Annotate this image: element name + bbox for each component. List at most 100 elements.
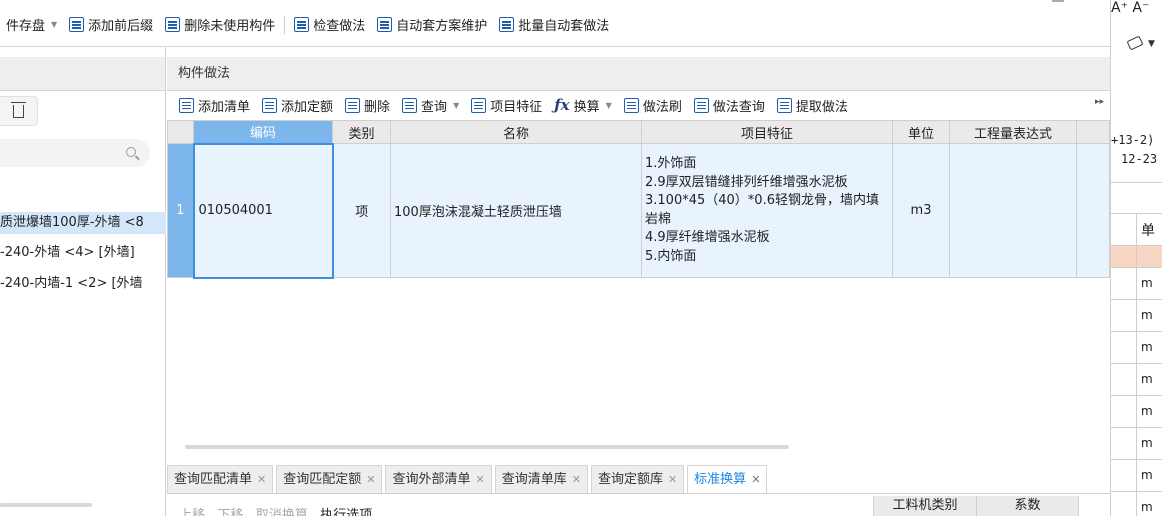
brush-icon [623, 97, 639, 113]
auto-plan-label: 自动套方案维护 [396, 19, 488, 34]
tree-item[interactable]: -240-外墙 <4> [外墙] [0, 242, 166, 264]
method-brush-button[interactable]: 做法刷 [618, 96, 688, 115]
move-up-button[interactable]: 上移 [179, 508, 205, 516]
close-icon[interactable]: ✕ [751, 473, 760, 486]
row-unit: m [1141, 436, 1153, 450]
fx-icon: ƒx [554, 96, 570, 114]
close-icon[interactable]: ✕ [366, 473, 375, 486]
batch-auto-button[interactable]: 批量自动套做法 [493, 15, 615, 34]
delete-unused-icon [165, 17, 181, 32]
add-prefix-suffix-button[interactable]: 添加前后缀 [63, 15, 159, 34]
tab-external-list[interactable]: 查询外部清单 ✕ [385, 465, 492, 493]
category-cell[interactable]: 项 [332, 143, 391, 278]
expression-cell[interactable] [949, 143, 1077, 278]
query-icon [402, 97, 418, 113]
tab-label: 查询定额库 [597, 472, 663, 487]
code-text-line: +13-2) [1111, 133, 1155, 147]
features-cell[interactable]: 1.外饰面 2.9厚双层错缝排列纤维增强水泥板 3.100*45（40）*0.6… [641, 143, 893, 278]
method-brush-label: 做法刷 [642, 99, 682, 115]
tree-item[interactable]: 质泄爆墙100厚-外墙 <8 [0, 212, 166, 234]
query-label: 查询 [421, 99, 448, 115]
close-icon[interactable]: ✕ [475, 473, 484, 486]
auto-plan-button[interactable]: 自动套方案维护 [371, 15, 493, 34]
header-rownum [167, 120, 194, 144]
component-search-input[interactable] [0, 139, 150, 167]
header-expression[interactable]: 工程量表达式 [949, 120, 1077, 144]
component-list-header [0, 57, 165, 91]
convert-button[interactable]: ƒx 换算 ▼ [548, 96, 618, 115]
panel-title: 构件做法 [167, 57, 1110, 91]
close-icon[interactable]: ✕ [257, 473, 266, 486]
auto-plan-icon [377, 17, 393, 32]
material-category-header[interactable]: 工料机类别 [874, 496, 977, 516]
collapse-toolbar-icon[interactable]: ▸▸ [1095, 97, 1104, 107]
header-name[interactable]: 名称 [390, 120, 642, 144]
unit-cell[interactable]: m3 [892, 143, 950, 278]
feature-icon [471, 97, 487, 113]
tab-match-list[interactable]: 查询匹配清单 ✕ [167, 465, 274, 493]
header-code[interactable]: 编码 [193, 120, 333, 144]
header-features[interactable]: 项目特征 [641, 120, 893, 144]
tab-quota-library[interactable]: 查询定额库 ✕ [590, 465, 685, 493]
add-quota-icon [262, 97, 278, 113]
convert-actions: 上移 下移 取消换算 执行选项 [179, 504, 372, 516]
delete-unused-label: 删除未使用构件 [184, 19, 276, 34]
row-unit: m [1141, 468, 1153, 482]
name-cell[interactable]: 100厚泡沫混凝土轻质泄压墙 [390, 143, 642, 278]
tab-list-library[interactable]: 查询清单库 ✕ [494, 465, 588, 493]
close-icon[interactable]: ✕ [572, 473, 581, 486]
row-unit: m [1141, 404, 1153, 418]
header-category[interactable]: 类别 [332, 120, 391, 144]
move-down-button[interactable]: 下移 [217, 508, 243, 516]
coefficient-header[interactable]: 系数 [977, 496, 1079, 516]
query-button[interactable]: 查询 ▼ [396, 96, 465, 115]
tree-item[interactable]: -240-内墙-1 <2> [外墙 [0, 273, 166, 295]
header-unit[interactable]: 单位 [892, 120, 950, 144]
table-header-row: 编码 类别 名称 项目特征 单位 工程量表达式 [167, 120, 1110, 144]
font-size-controls[interactable]: A⁺ A⁻ [1111, 0, 1162, 24]
item-feature-button[interactable]: 项目特征 [465, 96, 548, 115]
add-quota-label: 添加定额 [281, 99, 334, 115]
tab-standard-convert[interactable]: 标准换算 ✕ [687, 465, 768, 493]
extract-method-button[interactable]: 提取做法 [771, 96, 854, 115]
table-row[interactable]: 1 010504001 项 100厚泡沫混凝土轻质泄压墙 1.外饰面 2.9厚双… [167, 142, 1110, 279]
standard-convert-panel: 上移 下移 取消换算 执行选项 工料机类别 系数 [167, 493, 1110, 516]
tab-match-quota[interactable]: 查询匹配定额 ✕ [276, 465, 383, 493]
table-hscrollbar[interactable] [185, 445, 789, 449]
add-list-icon [179, 97, 194, 113]
code-cell[interactable]: 010504001 [192, 142, 334, 279]
prefix-icon [69, 17, 85, 32]
minimize-icon[interactable] [1052, 0, 1064, 2]
delete-unused-button[interactable]: 删除未使用构件 [159, 15, 281, 34]
save-button[interactable]: 件存盘 ▼ [0, 15, 63, 34]
cancel-convert-button[interactable]: 取消换算 [256, 508, 308, 516]
delete-button[interactable]: 删除 [339, 96, 396, 115]
chevron-down-icon[interactable]: ▼ [51, 20, 57, 29]
add-list-label: 添加清单 [198, 99, 251, 115]
trash-icon [11, 101, 26, 118]
row-unit: m [1141, 372, 1153, 386]
close-icon[interactable]: ✕ [668, 473, 677, 486]
eraser-icon[interactable] [1126, 35, 1144, 51]
add-quota-button[interactable]: 添加定额 [256, 96, 339, 115]
component-list-panel: 质泄爆墙100厚-外墙 <8 -240-外墙 <4> [外墙] -240-内墙-… [0, 47, 166, 516]
right-side-panel: A⁺ A⁻ ▼ +13-2) 12-23 单 m m m m m m m m [1110, 0, 1162, 516]
toolbar-divider [284, 15, 286, 34]
tab-label: 标准换算 [694, 472, 747, 487]
left-scrollbar[interactable] [0, 503, 92, 507]
chevron-down-icon[interactable]: ▼ [1148, 39, 1155, 49]
tab-label: 查询匹配清单 [174, 472, 253, 487]
item-feature-label: 项目特征 [490, 99, 543, 115]
method-query-label: 做法查询 [712, 99, 765, 115]
convert-label: 换算 [573, 99, 600, 115]
search-icon[interactable] [126, 147, 136, 157]
row-number[interactable]: 1 [167, 143, 194, 278]
batch-auto-label: 批量自动套做法 [518, 19, 610, 34]
execute-options-button[interactable]: 执行选项 [320, 508, 372, 516]
check-method-button[interactable]: 检查做法 [288, 15, 371, 34]
query-tabs: 查询匹配清单 ✕ 查询匹配定额 ✕ 查询外部清单 ✕ 查询清单库 ✕ 查询定额库 ✕ 标准… [167, 465, 1110, 493]
method-query-button[interactable]: 做法查询 [688, 96, 771, 115]
tab-label: 查询清单库 [501, 472, 567, 487]
delete-component-button[interactable] [0, 96, 38, 126]
add-list-button[interactable]: 添加清单 [173, 96, 256, 115]
